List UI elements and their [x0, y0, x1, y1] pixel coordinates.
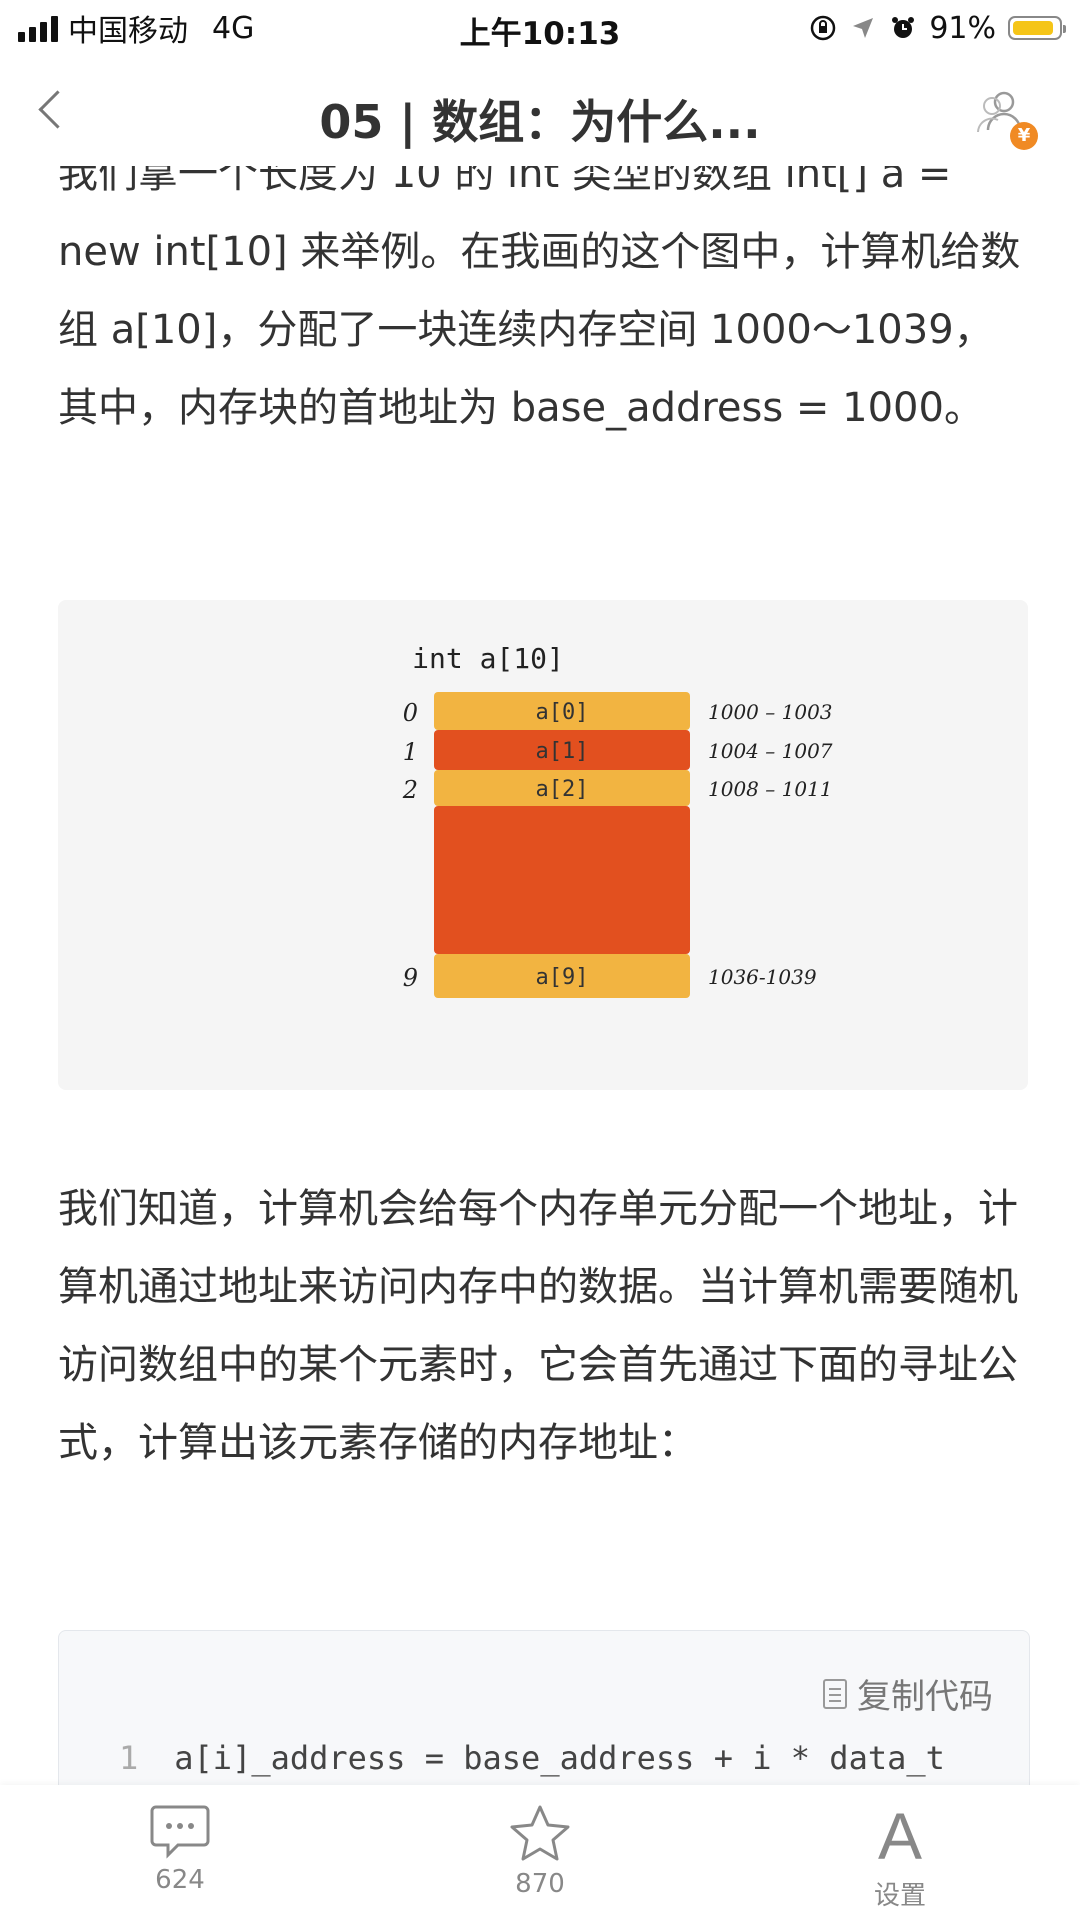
battery-fill — [1013, 21, 1053, 35]
cell-index: 2 — [402, 776, 418, 804]
status-bar: 中国移动 4G 上午10:13 91% — [0, 0, 1080, 56]
copy-code-button[interactable]: 复制代码 — [823, 1669, 993, 1718]
copy-icon — [823, 1678, 847, 1709]
comments-count: 624 — [155, 1865, 205, 1895]
comments-tab[interactable]: 624 — [100, 1803, 260, 1895]
page-title: 05 | 数组：为什么... — [319, 95, 761, 149]
stars-count: 870 — [515, 1869, 565, 1899]
array-memory-figure: int a[10] a[0] 0 1000 – 1003 a[1] 1 1004 – 100… — [58, 600, 1028, 1090]
article-paragraph: 我们拿一个长度为 10 的 int 类型的数组 int[] a = new in… — [58, 151, 1021, 431]
comment-icon — [150, 1805, 210, 1859]
article-paragraph: 我们知道，计算机会给每个内存单元分配一个地址，计算机通过地址来访问内存中的数据。… — [58, 1186, 1018, 1466]
cell-address-range: 1004 – 1007 — [708, 739, 833, 763]
star-icon — [510, 1805, 570, 1861]
nav-bar: 05 | 数组：为什么... ¥ — [0, 56, 1080, 166]
figure-title: int a[10] — [412, 642, 564, 675]
cell-label: a[0] — [536, 700, 589, 725]
reward-badge: ¥ — [1010, 122, 1038, 150]
alarm-icon — [889, 14, 917, 42]
cell-label: a[2] — [536, 777, 589, 802]
favorite-tab[interactable]: 870 — [460, 1803, 620, 1899]
chevron-left-icon[interactable] — [30, 82, 86, 138]
cell-label: a[1] — [536, 739, 589, 764]
code-text: a[i]_address = base_address + i * data_t — [174, 1739, 945, 1777]
figure-svg: int a[10] a[0] 0 1000 – 1003 a[1] 1 1004 – 100… — [402, 642, 833, 998]
orientation-lock-icon — [809, 14, 837, 42]
settings-label: 设置 — [873, 1881, 926, 1911]
battery-icon — [1008, 16, 1066, 40]
cell-index: 0 — [403, 699, 418, 727]
cell-index: 1 — [403, 738, 418, 766]
cell-address-range: 1036-1039 — [708, 965, 817, 989]
font-settings-icon: A — [877, 1799, 923, 1873]
bottom-bar: 624 870 A 设置 — [0, 1785, 1080, 1920]
battery-percent: 91% — [929, 10, 996, 46]
cell-address-range: 1000 – 1003 — [708, 700, 833, 724]
code-line: 1 a[i]_address = base_address + i * data_… — [119, 1739, 945, 1777]
code-block: 复制代码 1 a[i]_address = base_address + i * … — [58, 1630, 1030, 1792]
cell-address-range: 1008 – 1011 — [708, 777, 833, 801]
line-number: 1 — [119, 1739, 139, 1777]
article-body: 我们拿一个长度为 10 的 int 类型的数组 int[] a = new in… — [58, 135, 1028, 447]
memory-cell — [434, 806, 690, 954]
location-icon — [849, 14, 877, 42]
status-right: 91% — [809, 8, 1066, 48]
copy-code-label: 复制代码 — [857, 1677, 993, 1717]
settings-tab[interactable]: A 设置 — [820, 1803, 980, 1912]
reward-user-icon[interactable]: ¥ — [970, 84, 1038, 150]
article-body-2: 我们知道，计算机会给每个内存单元分配一个地址，计算机通过地址来访问内存中的数据。… — [58, 1170, 1028, 1482]
cell-label: a[9] — [536, 965, 589, 990]
cell-index: 9 — [403, 964, 418, 992]
